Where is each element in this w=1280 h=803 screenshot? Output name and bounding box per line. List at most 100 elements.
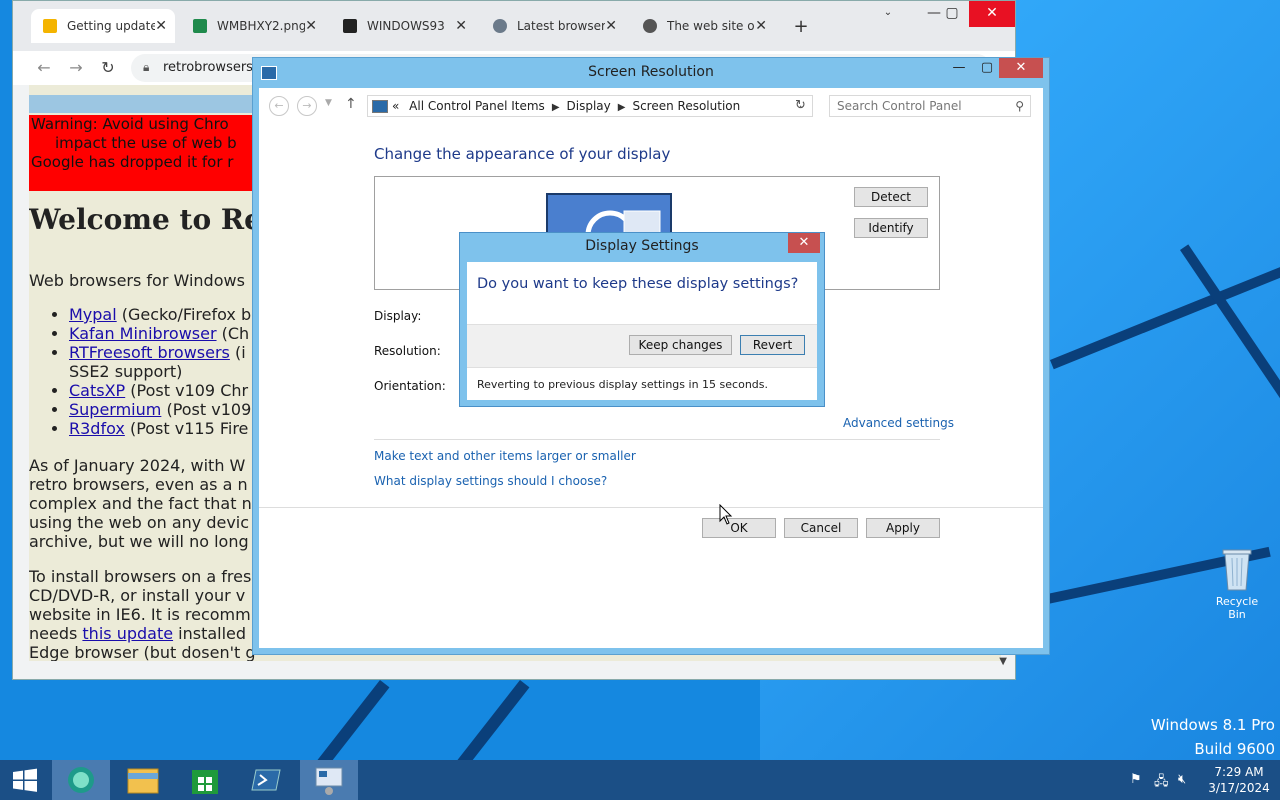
taskbar-powershell[interactable] xyxy=(238,760,296,800)
tab-image[interactable]: WMBHXY2.png ✕ xyxy=(181,11,325,41)
paragraph-line: Edge browser (but dosen't g xyxy=(29,643,256,661)
list-item: Mypal (Gecko/Firefox b xyxy=(69,305,251,324)
paragraph-line: CD/DVD-R, or install your v xyxy=(29,586,246,605)
chevron-right-icon: ▶ xyxy=(617,102,626,113)
taskbar-control-panel[interactable] xyxy=(300,760,358,800)
volume-muted-icon[interactable]: 🔇︎ xyxy=(1178,772,1186,787)
reload-button[interactable]: ↻ xyxy=(95,55,121,81)
list-item: RTFreesoft browsers (i SSE2 support) xyxy=(69,343,251,381)
tab-title: Latest browsers xyxy=(517,19,606,33)
close-tab-icon[interactable]: ✕ xyxy=(305,18,317,34)
recent-pages-icon[interactable]: ▼ xyxy=(325,98,332,108)
cancel-button[interactable]: Cancel xyxy=(784,518,858,538)
address-bar-area: ← → ▼ ↑ « All Control Panel Items ▶ Displa… xyxy=(259,88,1043,124)
paragraph-text: installed xyxy=(178,624,247,643)
breadcrumb-item[interactable]: Screen Resolution xyxy=(632,99,740,113)
close-window-button[interactable]: ✕ xyxy=(969,1,1015,27)
tab-windows93[interactable]: WINDOWS93 ✕ xyxy=(331,11,475,41)
browser-link-mypal[interactable]: Mypal xyxy=(69,305,117,324)
breadcrumb-overflow[interactable]: « xyxy=(392,99,399,113)
scroll-down-arrow-icon[interactable]: ▼ xyxy=(999,656,1007,667)
display-settings-dialog: Display Settings ✕ Do you want to keep t… xyxy=(459,232,825,407)
breadcrumb-item[interactable]: Display xyxy=(567,99,611,113)
new-tab-button[interactable]: + xyxy=(789,15,813,39)
dialog-title: Display Settings xyxy=(585,238,699,254)
close-tab-icon[interactable]: ✕ xyxy=(605,18,617,34)
back-button[interactable]: ← xyxy=(31,55,57,81)
close-tab-icon[interactable]: ✕ xyxy=(155,18,167,34)
tab-getting-update[interactable]: Getting update ✕ xyxy=(31,9,175,43)
start-icon xyxy=(13,768,37,792)
divider xyxy=(374,439,940,440)
update-link[interactable]: this update xyxy=(82,624,173,643)
detect-button[interactable]: Detect xyxy=(854,187,928,207)
close-tab-icon[interactable]: ✕ xyxy=(755,18,767,34)
display-help-link[interactable]: What display settings should I choose? xyxy=(374,474,607,488)
maximize-button[interactable]: ▢ xyxy=(973,58,1001,78)
browser-link-catsxp[interactable]: CatsXP xyxy=(69,381,125,400)
store-icon xyxy=(192,770,218,794)
list-item-text: (Gecko/Firefox b xyxy=(116,305,252,324)
powershell-icon xyxy=(251,769,281,791)
refresh-button[interactable]: ↻ xyxy=(789,95,813,117)
keep-changes-button[interactable]: Keep changes xyxy=(629,335,732,355)
url-text: retrobrowsers. xyxy=(163,60,258,75)
list-item-text: (Ch xyxy=(216,324,250,343)
dialog-button-row: Keep changes Revert xyxy=(467,324,817,368)
list-item-text: (Post v109 xyxy=(161,400,252,419)
apply-button[interactable]: Apply xyxy=(866,518,940,538)
back-button[interactable]: ← xyxy=(269,96,289,116)
maximize-button[interactable]: ▢ xyxy=(935,1,969,27)
list-item-text: (i xyxy=(229,343,246,362)
paragraph-line: complex and the fact that n xyxy=(29,494,252,513)
recycle-bin-shortcut[interactable]: Recycle Bin xyxy=(1206,544,1268,621)
browser-link-kafan[interactable]: Kafan Minibrowser xyxy=(69,324,217,343)
system-clock[interactable]: 7:29 AM 3/17/2024 xyxy=(1204,764,1274,796)
list-item: R3dfox (Post v115 Fire xyxy=(69,419,251,438)
close-window-button[interactable]: ✕ xyxy=(999,58,1043,78)
forward-button[interactable]: → xyxy=(297,96,317,116)
browser-link-supermium[interactable]: Supermium xyxy=(69,400,161,419)
browser-icon xyxy=(68,767,94,793)
image-viewer-icon xyxy=(193,19,207,33)
browser-link-rtfreesoft[interactable]: RTFreesoft browsers xyxy=(69,343,230,362)
minimize-button[interactable]: — xyxy=(945,58,973,78)
taskbar-browser[interactable] xyxy=(52,760,110,800)
dialog-question: Do you want to keep these display settin… xyxy=(477,276,799,292)
breadcrumb[interactable]: « All Control Panel Items ▶ Display ▶ Screen… xyxy=(367,95,813,117)
advanced-settings-link[interactable]: Advanced settings xyxy=(843,416,954,430)
paragraph-line: As of January 2024, with W xyxy=(29,456,246,475)
wallpaper-beam xyxy=(306,680,390,760)
paragraph-line: archive, but we will no long xyxy=(29,532,249,551)
tab-title: The web site o xyxy=(667,19,755,33)
taskbar-file-explorer[interactable] xyxy=(114,760,172,800)
list-item: CatsXP (Post v109 Chr xyxy=(69,381,251,400)
identify-button[interactable]: Identify xyxy=(854,218,928,238)
up-button[interactable]: ↑ xyxy=(345,96,357,112)
windows93-icon xyxy=(343,19,357,33)
paragraph-line: needs this update installed xyxy=(29,624,246,643)
action-center-flag-icon[interactable]: ⚑ xyxy=(1130,772,1142,787)
page-banner xyxy=(29,95,269,113)
ok-button[interactable]: OK xyxy=(702,518,776,538)
start-button[interactable] xyxy=(0,760,50,800)
tab-latest-browsers[interactable]: Latest browsers ✕ xyxy=(481,11,625,41)
tab-search-icon[interactable]: ⌄ xyxy=(871,1,905,27)
file-explorer-icon xyxy=(127,768,159,794)
close-dialog-button[interactable]: ✕ xyxy=(788,233,820,253)
control-panel-icon xyxy=(372,100,388,113)
mouse-pointer-icon xyxy=(719,504,733,525)
page-heading: Welcome to Retr xyxy=(29,203,290,236)
taskbar-store[interactable] xyxy=(176,760,234,800)
breadcrumb-item[interactable]: All Control Panel Items xyxy=(409,99,545,113)
network-icon[interactable]: 🖧︎ xyxy=(1154,772,1169,794)
revert-button[interactable]: Revert xyxy=(740,335,805,355)
text-size-link[interactable]: Make text and other items larger or smal… xyxy=(374,449,636,463)
search-input[interactable]: Search Control Panel ⚲ xyxy=(829,95,1031,117)
forward-button[interactable]: → xyxy=(63,55,89,81)
close-tab-icon[interactable]: ✕ xyxy=(455,18,467,34)
browser-link-r3dfox[interactable]: R3dfox xyxy=(69,419,125,438)
list-item-text: (Post v115 Fire xyxy=(124,419,249,438)
tab-web-site[interactable]: The web site o ✕ xyxy=(631,11,775,41)
tab-title: WMBHXY2.png xyxy=(217,19,306,33)
